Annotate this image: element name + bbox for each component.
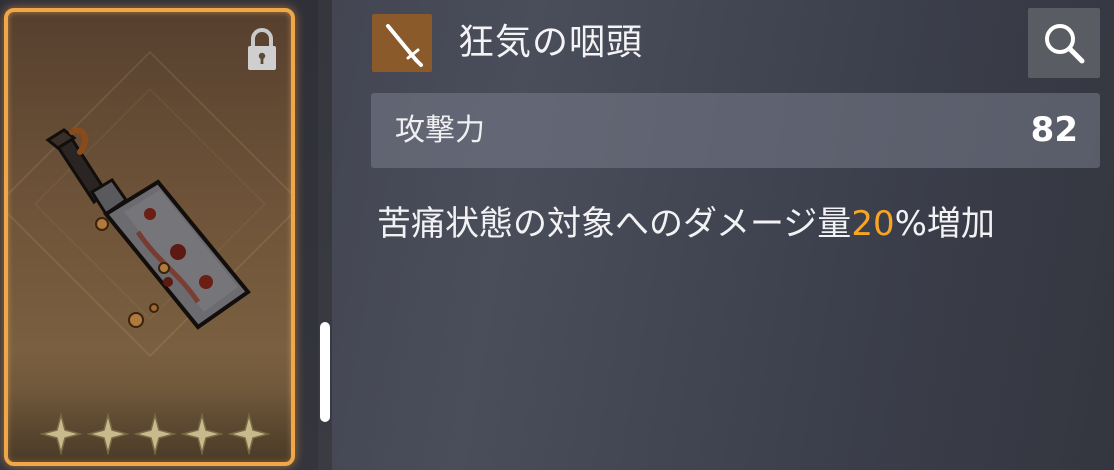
- lock-icon: [248, 28, 276, 70]
- effect-highlight-value: 20: [851, 204, 895, 244]
- effect-text: 苦痛状態の対象へのダメージ量: [377, 204, 852, 244]
- star-icon: [40, 413, 82, 455]
- search-button[interactable]: [1028, 8, 1100, 78]
- cleaver-weapon-image: [45, 127, 251, 330]
- effect-text-suffix: %増加: [894, 204, 995, 244]
- rarity-stars: [40, 413, 270, 455]
- stat-label: 攻撃力: [395, 113, 485, 148]
- stat-row-attack: 攻撃力 82: [371, 93, 1100, 168]
- weapon-title: 狂気の咽頭: [458, 22, 644, 63]
- star-icon: [181, 413, 223, 455]
- weapon-effect-text: 苦痛状態の対象へのダメージ量20%増加: [377, 200, 995, 248]
- stat-value: 82: [1030, 110, 1078, 150]
- star-icon: [228, 413, 270, 455]
- search-icon: [1045, 24, 1085, 64]
- star-icon: [87, 413, 129, 455]
- scrollbar-thumb[interactable]: [320, 322, 330, 422]
- weapon-card[interactable]: [4, 8, 295, 466]
- star-icon: [134, 413, 176, 455]
- sword-icon: [372, 14, 432, 72]
